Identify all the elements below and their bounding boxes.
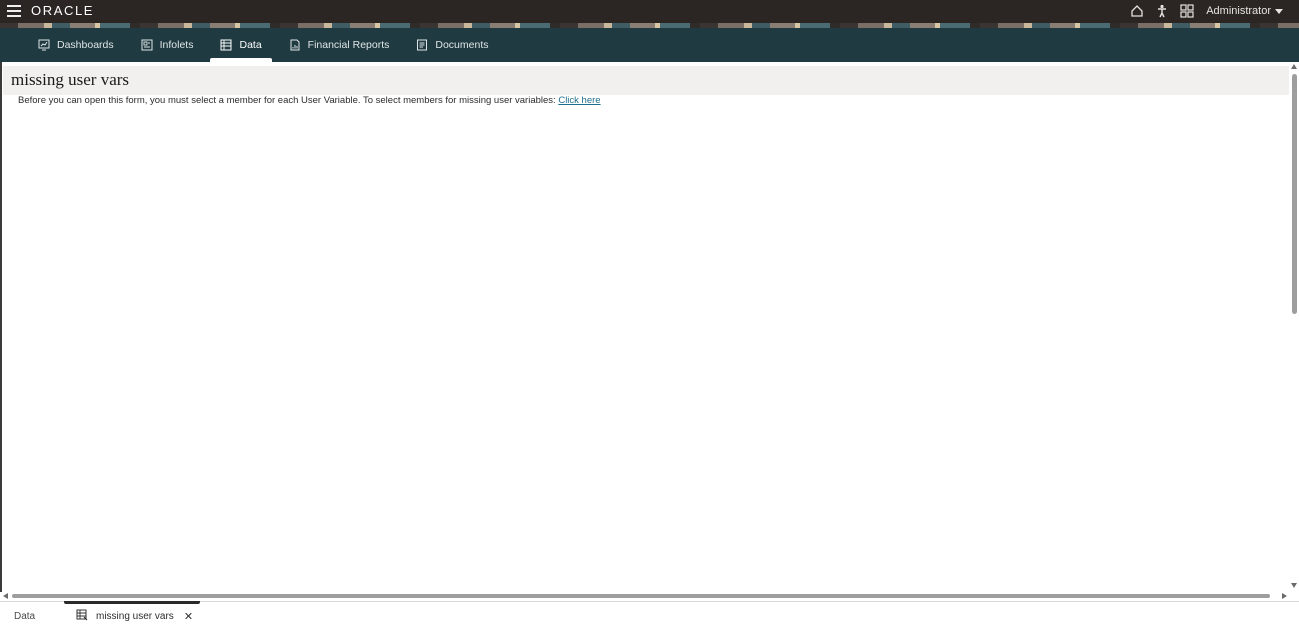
accessibility-icon[interactable]	[1156, 4, 1168, 18]
tab-financial-reports[interactable]: Financial Reports	[279, 28, 400, 62]
home-icon[interactable]	[1130, 4, 1144, 18]
bottom-tab-label: Data	[14, 610, 36, 622]
global-header: ORACLE Administrator	[0, 0, 1299, 28]
tab-label: Data	[239, 39, 262, 51]
bottom-tab-missing-user-vars[interactable]: missing user vars ✕	[64, 601, 200, 630]
tab-label: Infolets	[159, 39, 194, 51]
dashboard-icon	[38, 39, 50, 51]
tab-label: Dashboards	[57, 39, 114, 51]
bottom-tab-bar: Data missing user vars ✕	[0, 601, 1299, 630]
vertical-scrollbar[interactable]	[1289, 62, 1299, 592]
nav-tabs: Dashboards Infolets Data Financial Repor…	[28, 28, 505, 62]
horizontal-scrollbar[interactable]	[0, 592, 1299, 601]
oracle-logo: ORACLE	[31, 3, 95, 18]
document-icon	[416, 39, 428, 51]
tab-dashboards[interactable]: Dashboards	[28, 28, 124, 62]
horizontal-scroll-thumb[interactable]	[12, 594, 1270, 598]
missing-user-vars-message: Before you can open this form, you must …	[18, 95, 601, 106]
form-content-area: missing user vars Before you can open th…	[3, 62, 1289, 592]
infolets-icon	[141, 39, 153, 51]
tab-documents[interactable]: Documents	[406, 28, 498, 62]
page-title: missing user vars	[11, 70, 130, 89]
scroll-up-icon[interactable]	[1291, 64, 1297, 69]
scroll-down-icon[interactable]	[1291, 583, 1297, 588]
scroll-left-icon[interactable]	[3, 593, 8, 599]
navigator-menu-icon[interactable]	[7, 5, 21, 17]
tab-data[interactable]: Data	[210, 28, 272, 62]
cluster-navigation: Dashboards Infolets Data Financial Repor…	[0, 28, 1299, 62]
click-here-link[interactable]: Click here	[558, 95, 600, 106]
chevron-down-icon	[1275, 8, 1283, 14]
page-header: missing user vars	[3, 66, 1289, 95]
scroll-right-icon[interactable]	[1282, 593, 1287, 599]
tab-infolets[interactable]: Infolets	[131, 28, 204, 62]
vertical-scroll-thumb[interactable]	[1292, 74, 1297, 314]
grid-icon	[220, 39, 232, 51]
user-menu[interactable]: Administrator	[1206, 5, 1283, 17]
content-left-border	[0, 62, 2, 600]
bottom-tab-label: missing user vars	[96, 610, 174, 622]
message-text: Before you can open this form, you must …	[18, 95, 556, 106]
report-icon	[289, 39, 301, 51]
bottom-tab-data[interactable]: Data	[14, 602, 35, 630]
apps-grid-icon[interactable]	[1180, 4, 1194, 18]
close-icon[interactable]: ✕	[184, 610, 193, 623]
tab-label: Documents	[435, 39, 489, 51]
global-actions: Administrator	[1130, 2, 1283, 20]
user-name: Administrator	[1206, 5, 1271, 17]
tab-label: Financial Reports	[307, 39, 390, 51]
form-grid-icon	[76, 609, 88, 624]
